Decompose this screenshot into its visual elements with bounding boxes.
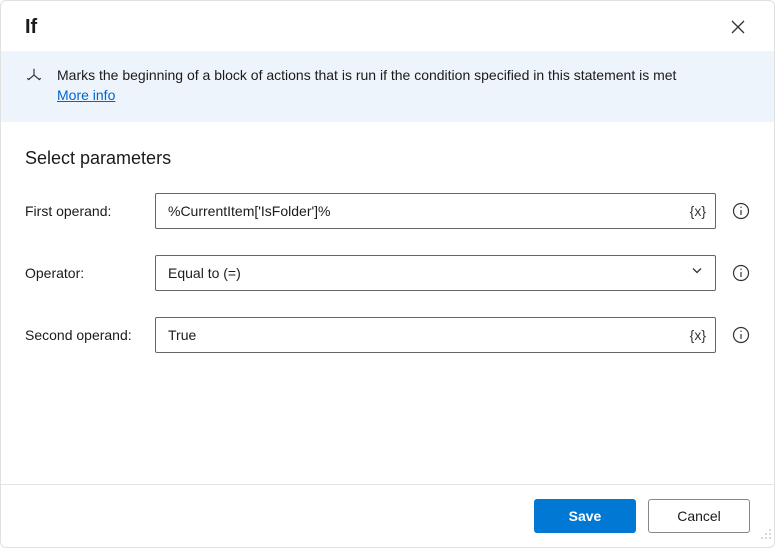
first-operand-row: First operand: {x} (25, 193, 750, 229)
dialog-header: If (1, 1, 774, 51)
banner-description: Marks the beginning of a block of action… (57, 67, 676, 83)
first-operand-input[interactable] (155, 193, 716, 229)
close-button[interactable] (726, 15, 750, 39)
info-icon[interactable] (732, 326, 750, 344)
operator-wrap (155, 255, 716, 291)
cancel-button[interactable]: Cancel (648, 499, 750, 533)
first-operand-label: First operand: (25, 203, 149, 219)
resize-grip-icon[interactable] (760, 527, 772, 545)
second-operand-wrap: {x} (155, 317, 716, 353)
info-icon[interactable] (732, 202, 750, 220)
dialog-footer: Save Cancel (1, 484, 774, 547)
section-title: Select parameters (25, 148, 750, 169)
first-operand-wrap: {x} (155, 193, 716, 229)
save-button[interactable]: Save (534, 499, 636, 533)
operator-label: Operator: (25, 265, 149, 281)
more-info-link[interactable]: More info (57, 87, 115, 103)
banner-text: Marks the beginning of a block of action… (57, 65, 676, 106)
second-operand-input[interactable] (155, 317, 716, 353)
operator-select[interactable] (155, 255, 716, 291)
second-operand-row: Second operand: {x} (25, 317, 750, 353)
dialog-content: Select parameters First operand: {x} Ope… (1, 122, 774, 484)
if-dialog: If Marks the beginning of a block of act… (0, 0, 775, 548)
dialog-title: If (25, 16, 37, 39)
info-icon[interactable] (732, 264, 750, 282)
operator-row: Operator: (25, 255, 750, 291)
branch-icon (25, 67, 43, 90)
info-banner: Marks the beginning of a block of action… (1, 51, 774, 122)
second-operand-label: Second operand: (25, 327, 149, 343)
close-icon (731, 20, 745, 34)
